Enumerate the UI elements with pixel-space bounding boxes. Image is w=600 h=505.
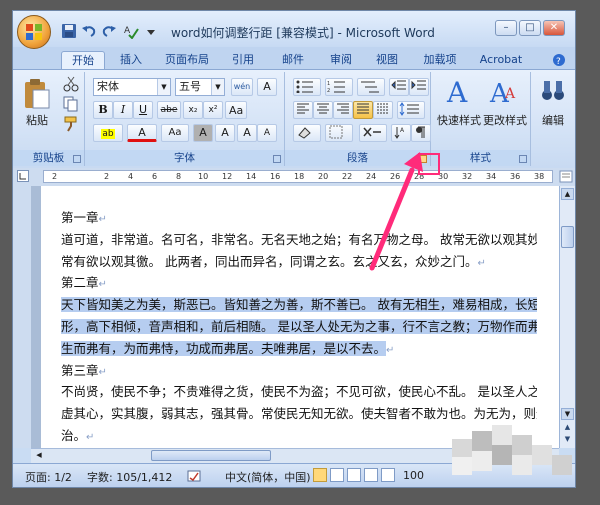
office-logo-icon — [26, 24, 42, 40]
office-button[interactable] — [17, 15, 51, 49]
watermark-mosaic — [452, 425, 572, 475]
